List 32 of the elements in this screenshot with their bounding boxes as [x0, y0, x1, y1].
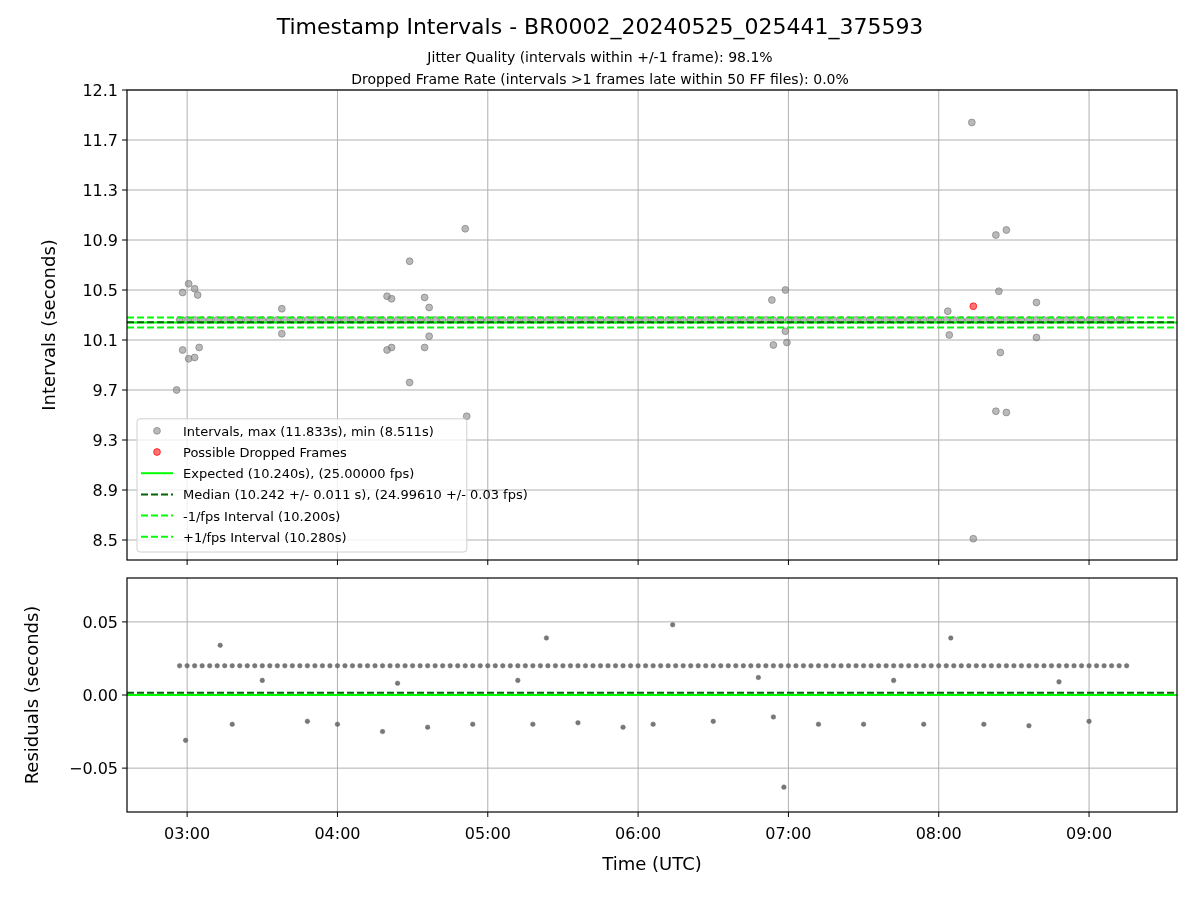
- tick-label: 9.7: [92, 381, 118, 400]
- tick-label: 03:00: [164, 824, 211, 843]
- chart-subtitle: Dropped Frame Rate (intervals >1 frames late within 50 FF files): 0.0%: [351, 71, 849, 87]
- legend-label: -1/fps Interval (10.200s): [183, 508, 341, 524]
- legend-label: Possible Dropped Frames: [183, 445, 347, 460]
- tick-label: 0.00: [82, 686, 118, 705]
- tick-label: 10.5: [82, 281, 118, 300]
- axis-title: Time (UTC): [602, 853, 702, 874]
- tick-label: 04:00: [314, 824, 361, 843]
- legend-label: Median (10.242 +/- 0.011 s), (24.99610 +/- 0.03 fps): [183, 487, 528, 503]
- tick-label: 07:00: [765, 824, 812, 843]
- tick-label: 8.5: [92, 531, 118, 550]
- legend-label: Expected (10.240s), (25.00000 fps): [183, 466, 415, 482]
- tick-label: 09:00: [1066, 824, 1113, 843]
- tick-label: 08:00: [915, 824, 962, 843]
- tick-label: 10.1: [82, 331, 118, 350]
- axis-title: Residuals (seconds): [21, 605, 42, 785]
- figure-title: Timestamp Intervals - BR0002_20240525_025441_375593: [276, 13, 924, 42]
- tick-label: 8.9: [92, 481, 118, 500]
- tick-label: −0.05: [68, 759, 118, 779]
- tick-label: 11.7: [82, 131, 118, 150]
- tick-label: 06:00: [615, 824, 662, 843]
- tick-label: 11.3: [82, 181, 118, 200]
- tick-label: 9.3: [92, 431, 118, 450]
- tick-label: 10.9: [82, 231, 118, 250]
- tick-label: 12.1: [82, 81, 118, 100]
- legend-label: +1/fps Interval (10.280s): [183, 529, 347, 545]
- axis-title: Intervals (seconds): [38, 239, 59, 411]
- chart-subtitle: Jitter Quality (intervals within +/-1 frame): 98.1%: [427, 49, 773, 65]
- tick-label: 05:00: [464, 824, 511, 843]
- legend-label: Intervals, max (11.833s), min (8.511s): [183, 423, 434, 439]
- tick-label: 0.05: [82, 612, 118, 632]
